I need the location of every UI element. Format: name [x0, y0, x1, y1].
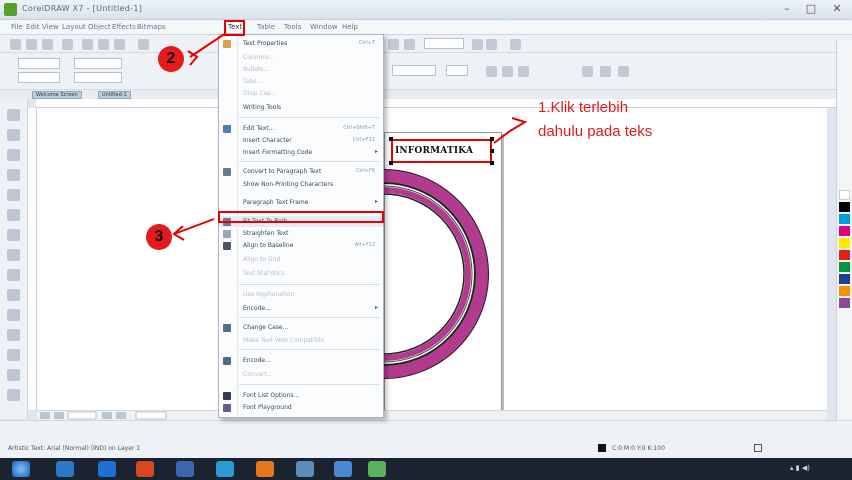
- annotation-arrows: [172, 32, 528, 241]
- arrow-step3: [173, 218, 215, 235]
- step2-badge: 2: [158, 46, 184, 72]
- arrow-step2: [189, 32, 227, 58]
- step3-badge: 3: [146, 224, 172, 250]
- corel-window: CorelDRAW X7 - [Untitled-1] – □ ✕ File E…: [0, 0, 852, 480]
- arrow-step1: [493, 130, 511, 144]
- arrowhead-step1: [509, 117, 528, 132]
- step1-note: 1.Klik terlebih dahulu pada teks: [538, 99, 653, 140]
